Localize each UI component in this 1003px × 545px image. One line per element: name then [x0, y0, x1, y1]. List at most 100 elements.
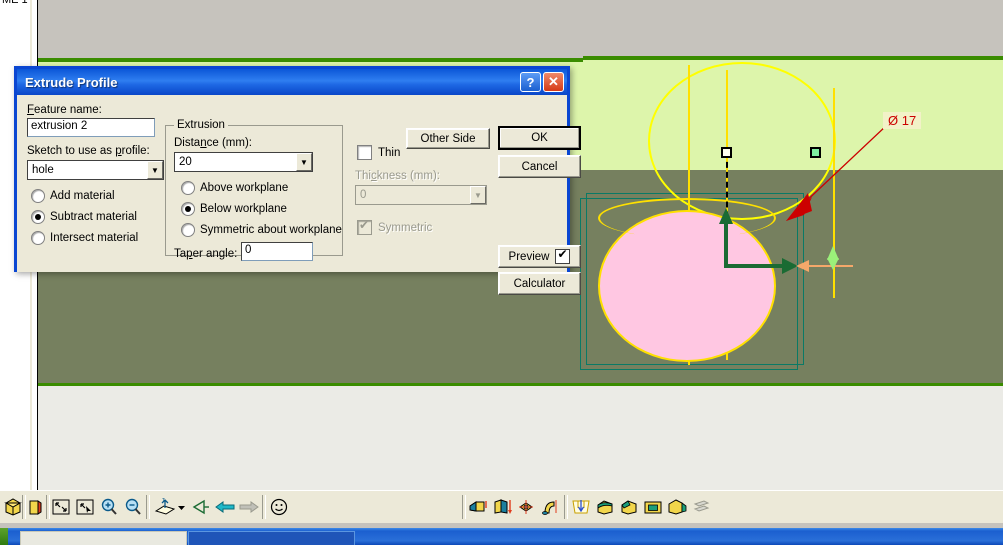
ok-label: OK — [531, 132, 548, 144]
close-icon[interactable]: ✕ — [543, 72, 564, 92]
taskbar-item[interactable] — [188, 531, 355, 545]
sketch-handle-selected[interactable] — [810, 147, 821, 158]
fillet-icon[interactable] — [594, 496, 616, 518]
toolbar-separator — [462, 495, 466, 519]
dialog-title: Extrude Profile — [25, 74, 118, 90]
back-arrow-icon[interactable] — [214, 496, 236, 518]
calculator-button[interactable]: Calculator — [498, 272, 581, 295]
other-side-button[interactable]: Other Side — [406, 128, 490, 149]
radio-symmetric-workplane-label: Symmetric about workplane — [200, 224, 342, 236]
cancel-label: Cancel — [521, 160, 558, 173]
chevron-down-icon: ▼ — [470, 186, 486, 204]
radio-below-workplane-label: Below workplane — [200, 203, 287, 215]
application-window: Ø 17 ME 1 Extrude Profile ? ✕ Feature na… — [0, 0, 1003, 545]
thin-checkbox[interactable]: Thin — [357, 145, 400, 160]
bottom-toolbar[interactable]: T — [0, 490, 1003, 523]
draft-icon[interactable] — [666, 496, 688, 518]
sketch-profile-arc — [598, 198, 776, 238]
start-button[interactable] — [0, 528, 8, 545]
preview-button[interactable]: Preview — [498, 245, 581, 268]
extrusion-group-title: Extrusion — [174, 119, 228, 131]
chevron-down-icon[interactable]: ▼ — [296, 153, 312, 171]
shell-icon[interactable] — [642, 496, 664, 518]
radio-dot — [181, 181, 195, 195]
zoom-selection-icon[interactable] — [74, 496, 96, 518]
checkbox-box — [357, 218, 372, 235]
dimension-arrow-orange-icon — [796, 260, 809, 272]
feature-name-input[interactable]: extrusion 2 — [27, 118, 155, 137]
smiley-icon[interactable] — [268, 496, 290, 518]
sketch-handle-open[interactable] — [721, 147, 732, 158]
radio-symmetric-workplane[interactable]: Symmetric about workplane — [181, 223, 342, 237]
other-side-label: Other Side — [420, 132, 476, 145]
axis-y-line — [724, 220, 728, 268]
radio-add-material-label: Add material — [50, 190, 115, 202]
windows-taskbar[interactable] — [0, 528, 1003, 545]
toolbar-separator — [146, 495, 150, 519]
distance-value: 20 — [179, 156, 192, 168]
feature-name-label: Feature name: — [27, 104, 102, 116]
preview-checkbox[interactable] — [555, 247, 571, 264]
sketch-profile-label: Sketch to use as profile: — [27, 145, 150, 157]
shade-solid-icon[interactable] — [2, 496, 24, 518]
radio-intersect-material[interactable]: Intersect material — [31, 231, 138, 245]
checkbox-box — [357, 145, 372, 160]
svg-text:T: T — [162, 498, 165, 504]
help-icon[interactable]: ? — [520, 72, 541, 92]
thickness-label: Thickness (mm): — [355, 170, 440, 182]
direction-arrow-down-icon — [827, 258, 839, 270]
radio-dot — [31, 189, 45, 203]
radio-below-workplane[interactable]: Below workplane — [181, 202, 287, 216]
radio-dot — [31, 231, 45, 245]
thickness-select: 0 ▼ — [355, 185, 487, 205]
radio-subtract-material-label: Subtract material — [50, 211, 137, 223]
sketch-profile-value: hole — [32, 164, 54, 176]
radio-above-workplane-label: Above workplane — [200, 182, 289, 194]
taskbar-item-active[interactable] — [20, 531, 187, 545]
chevron-down-icon[interactable]: ▼ — [147, 161, 163, 179]
taper-angle-input[interactable]: 0 — [241, 242, 313, 261]
toolbar-separator — [262, 495, 266, 519]
distance-label: Distance (mm): — [174, 137, 252, 149]
chamfer-icon[interactable] — [618, 496, 640, 518]
radio-dot — [181, 223, 195, 237]
view-direction-icon[interactable] — [190, 496, 212, 518]
radio-above-workplane[interactable]: Above workplane — [181, 181, 288, 195]
symmetric-checkbox: Symmetric — [357, 218, 433, 235]
distance-select[interactable]: 20 ▼ — [174, 152, 313, 172]
hole-feature-icon[interactable] — [570, 496, 592, 518]
sketch-profile-select[interactable]: hole ▼ — [27, 160, 164, 180]
cancel-button[interactable]: Cancel — [498, 155, 581, 178]
ok-button[interactable]: OK — [498, 126, 581, 150]
dialog-titlebar[interactable]: Extrude Profile ? ✕ — [17, 69, 567, 95]
zoom-out-icon[interactable] — [122, 496, 144, 518]
dialog-body: Feature name: extrusion 2 Sketch to use … — [17, 95, 581, 295]
preview-label: Preview — [508, 250, 550, 263]
hole-circle-top[interactable] — [648, 62, 836, 220]
forward-arrow-icon — [238, 496, 260, 518]
diameter-dimension-label[interactable]: Ø 17 — [883, 112, 922, 129]
extrude-profile-icon[interactable] — [468, 496, 490, 518]
radio-add-material[interactable]: Add material — [31, 189, 115, 203]
revolve-profile-icon[interactable] — [492, 496, 514, 518]
radio-dot — [31, 210, 45, 224]
sweep-profile-icon[interactable] — [516, 496, 538, 518]
radio-subtract-material[interactable]: Subtract material — [31, 210, 137, 224]
pattern-icon — [690, 496, 712, 518]
radio-dot — [181, 202, 195, 216]
block-top-edge — [38, 58, 1003, 60]
workplane-icon[interactable]: T — [154, 496, 176, 518]
thickness-value: 0 — [360, 189, 367, 201]
loft-profile-icon[interactable] — [540, 496, 562, 518]
symmetric-label: Symmetric — [378, 221, 433, 234]
zoom-in-icon[interactable] — [98, 496, 120, 518]
thin-label: Thin — [378, 146, 401, 159]
shade-wire-icon[interactable] — [24, 496, 46, 518]
extrude-profile-dialog[interactable]: Extrude Profile ? ✕ Feature name: extrus… — [14, 66, 581, 295]
taper-angle-label: Taper angle: — [174, 248, 238, 260]
floor-area — [38, 386, 1003, 490]
radio-intersect-material-label: Intersect material — [50, 232, 139, 244]
chevron-down-icon[interactable] — [176, 496, 186, 518]
zoom-fit-icon[interactable] — [50, 496, 72, 518]
calculator-label: Calculator — [513, 277, 566, 290]
